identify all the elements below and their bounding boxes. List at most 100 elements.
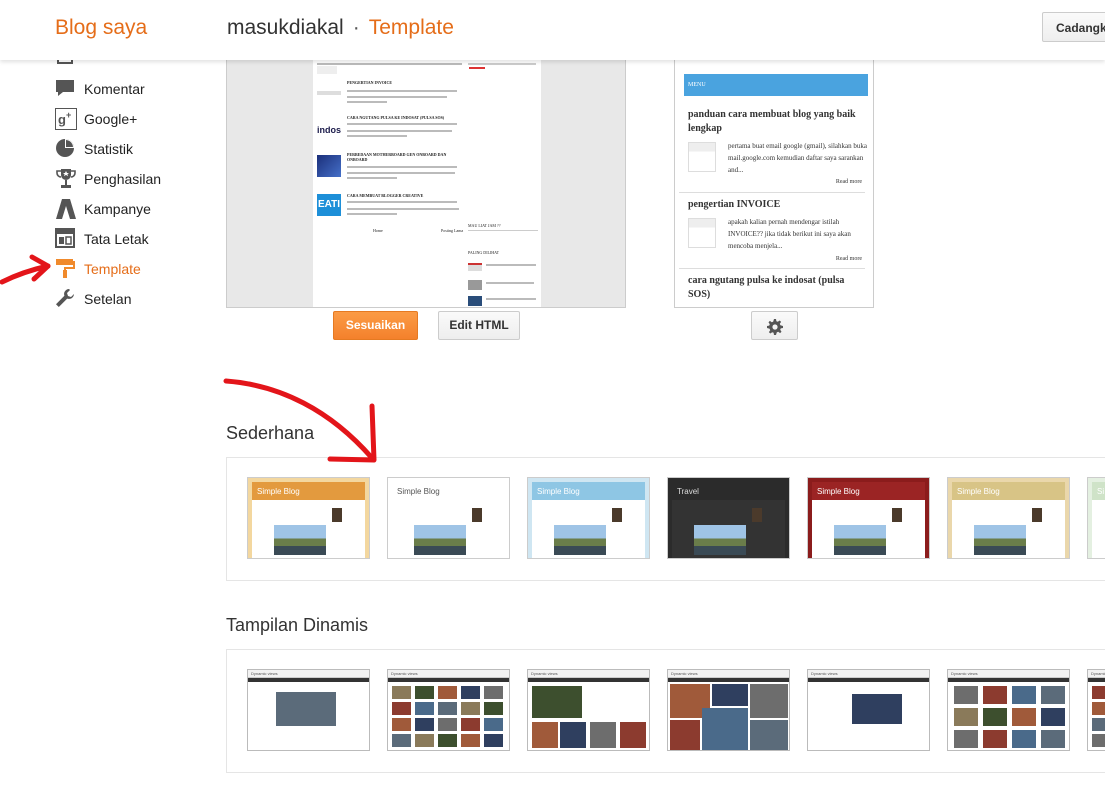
dynamic-view-timeslide[interactable]: Dynamic views <box>1087 669 1105 751</box>
dynamic-view-photo <box>461 702 480 715</box>
preview-post-line <box>347 135 407 137</box>
template-thumbnail-beige[interactable]: Simple Blog <box>947 477 1070 559</box>
simple-templates-gallery: Simple Blog Simple Blog Simple Blog Travel S… <box>226 457 1105 581</box>
dynamic-view-photo <box>590 722 616 748</box>
dynamic-view-photo <box>750 720 788 750</box>
preview-widget-divider <box>468 230 538 231</box>
mobile-post-title: pengertian INVOICE <box>688 199 781 210</box>
read-more-link: Read more <box>835 179 862 185</box>
preview-post-line <box>347 177 397 179</box>
dynamic-view-flipcard[interactable]: Dynamic views <box>387 669 510 751</box>
template-thumbnail-dark[interactable]: Travel <box>667 477 790 559</box>
dynamic-view-title: Dynamic views <box>808 670 929 678</box>
sidebar-item-penghasilan[interactable]: Penghasilan <box>55 167 205 191</box>
dynamic-view-photo <box>750 684 788 718</box>
preview-thumb <box>317 66 337 74</box>
template-photo <box>274 525 326 555</box>
preview-post-line <box>347 101 387 103</box>
dynamic-view-title: Dynamic views <box>388 670 509 678</box>
preview-post-thumb <box>317 155 341 177</box>
template-thumbnail-mint[interactable]: Si <box>1087 477 1105 559</box>
template-sidebar-image <box>612 508 622 522</box>
dynamic-view-title: Dynamic views <box>1088 670 1105 678</box>
dynamic-view-photo <box>415 702 434 715</box>
template-header: Simple Blog <box>532 482 645 500</box>
dynamic-view-photo <box>983 686 1007 704</box>
dynamic-view-photo <box>532 722 558 748</box>
template-thumbnail-blue[interactable]: Simple Blog <box>527 477 650 559</box>
dynamic-view-photo <box>276 692 336 726</box>
sidebar-item-google-plus[interactable]: g + Google+ <box>54 107 205 131</box>
preview-post-line <box>347 172 455 174</box>
template-thumbnail-red[interactable]: Simple Blog <box>807 477 930 559</box>
dynamic-view-classic[interactable]: Dynamic views <box>247 669 370 751</box>
customize-button[interactable]: Sesuaikan <box>333 311 418 340</box>
preview-older-link: Posting Lama <box>441 228 464 233</box>
dynamic-view-title: Dynamic views <box>668 670 789 678</box>
google-plus-icon: g + <box>54 107 78 131</box>
preview-popular-thumb <box>468 263 482 271</box>
sidebar-item-setelan[interactable]: Setelan <box>55 287 205 311</box>
dynamic-view-photo <box>392 718 411 731</box>
mobile-post-title: panduan cara membuat blog yang baik leng… <box>688 109 856 134</box>
preview-page: PENGERTIAN INVOICE indos CARA NGUTANG PU… <box>313 60 541 307</box>
dynamic-view-photo <box>1092 718 1105 731</box>
dynamic-view-snapshot[interactable]: Dynamic views <box>947 669 1070 751</box>
dynamic-view-photo <box>461 734 480 747</box>
dynamic-view-sidebar[interactable]: Dynamic views <box>807 669 930 751</box>
dynamic-view-nav <box>668 678 789 682</box>
layout-icon <box>55 228 77 250</box>
sidebar-item-label: Penghasilan <box>84 171 162 187</box>
template-thumbnail-white[interactable]: Simple Blog <box>387 477 510 559</box>
sidebar-item-label: Statistik <box>84 141 134 157</box>
breadcrumb: masukdiakal · Template <box>227 16 454 40</box>
dynamic-view-photo <box>1092 686 1105 699</box>
dynamic-view-photo <box>983 708 1007 726</box>
template-photo <box>554 525 606 555</box>
svg-text:g: g <box>58 112 66 127</box>
sidebar-item-komentar[interactable]: Komentar <box>55 77 205 101</box>
dynamic-view-magazine[interactable]: Dynamic views <box>527 669 650 751</box>
dynamic-view-photo <box>415 718 434 731</box>
top-header: Blog saya masukdiakal · Template Cadangkan <box>0 0 1105 60</box>
blog-name[interactable]: masukdiakal <box>227 16 344 39</box>
template-header: Simple Blog <box>812 482 925 500</box>
pie-chart-icon <box>55 138 77 160</box>
section-title-simple: Sederhana <box>226 423 315 443</box>
dynamic-view-title: Dynamic views <box>248 670 369 678</box>
comment-icon <box>55 78 77 100</box>
dynamic-view-photo <box>415 686 434 699</box>
breadcrumb-separator: · <box>352 16 360 39</box>
dynamic-view-photo <box>1041 686 1065 704</box>
template-photo <box>834 525 886 555</box>
mobile-post: pengertian INVOICE apakah kalian pernah … <box>679 198 868 269</box>
sidebar-item-statistik[interactable]: Statistik <box>55 137 205 161</box>
dynamic-view-nav <box>248 678 369 682</box>
gear-icon <box>766 318 783 345</box>
sidebar-item-kampanye[interactable]: Kampanye <box>55 197 205 221</box>
dynamic-view-nav <box>388 678 509 682</box>
dynamic-view-photo <box>461 718 480 731</box>
template-photo <box>414 525 466 555</box>
mobile-settings-button[interactable] <box>751 311 798 340</box>
dynamic-view-photo <box>392 702 411 715</box>
preview-post-line <box>347 213 397 215</box>
page-title: Template <box>368 16 454 39</box>
template-body <box>672 500 785 558</box>
backup-button[interactable]: Cadangkan <box>1042 12 1105 42</box>
desktop-template-preview[interactable]: PENGERTIAN INVOICE indos CARA NGUTANG PU… <box>226 60 626 308</box>
dynamic-view-photo <box>532 686 582 718</box>
dynamic-view-mosaic[interactable]: Dynamic views <box>667 669 790 751</box>
brand-link[interactable]: Blog saya <box>55 16 147 40</box>
edit-html-button[interactable]: Edit HTML <box>438 311 520 340</box>
sidebar-item-template[interactable]: Template <box>55 257 205 281</box>
preview-post-line <box>347 208 459 210</box>
dynamic-view-photo <box>484 702 503 715</box>
sidebar-item-tata-letak[interactable]: Tata Letak <box>55 227 205 251</box>
dynamic-view-photo <box>392 686 411 699</box>
read-more-link: Read more <box>835 256 862 262</box>
template-thumbnail-orange[interactable]: Simple Blog <box>247 477 370 559</box>
dynamic-view-nav <box>808 678 929 682</box>
mobile-template-preview[interactable]: MENU panduan cara membuat blog yang baik… <box>674 60 874 308</box>
template-photo <box>694 525 746 555</box>
